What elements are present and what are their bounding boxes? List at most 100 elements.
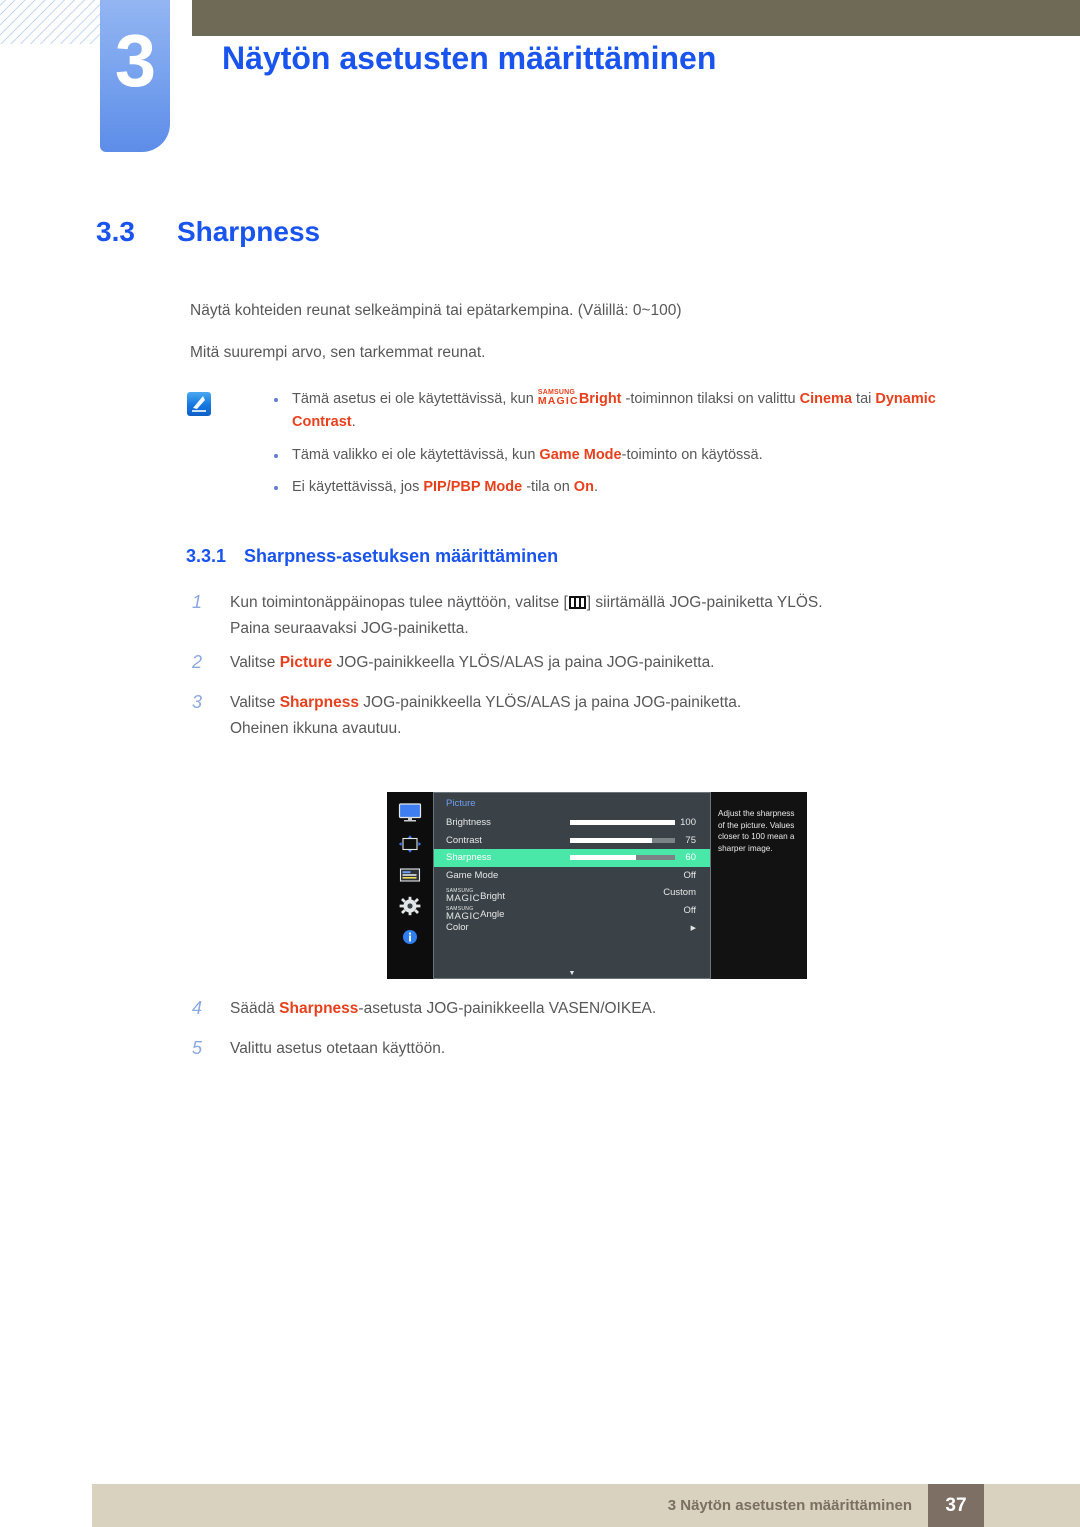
osd-list-icon[interactable] xyxy=(395,864,425,886)
page-footer: 3 Näytön asetusten määrittäminen 37 xyxy=(92,1484,1080,1527)
step-1-text-pre: Kun toimintonäppäinopas tulee näyttöön, … xyxy=(230,594,568,611)
osd-row-brightness-label: Brightness xyxy=(446,817,491,829)
note-2-kw-game-mode: Game Mode xyxy=(539,446,622,463)
screen-adjust-icon[interactable] xyxy=(395,833,425,855)
section-heading: 3.3 Sharpness xyxy=(96,216,320,248)
monitor-icon[interactable] xyxy=(395,802,425,824)
osd-row-game-mode-value: Off xyxy=(683,869,697,881)
step-3-text-pre: Valitse xyxy=(230,694,280,711)
step-3: 3 Valitse Sharpness JOG-painikkeella YLÖ… xyxy=(186,692,986,714)
subsection-number: 3.3.1 xyxy=(186,546,227,566)
step-1-text: Kun toimintonäppäinopas tulee näyttöön, … xyxy=(230,594,823,611)
osd-row-sharpness-value: 60 xyxy=(685,852,696,864)
osd-row-magicangle[interactable]: SAMSUNG MAGIC Angle Off xyxy=(434,902,710,922)
step-3-number: 3 xyxy=(192,692,203,712)
osd-row-color-label: Color xyxy=(446,922,469,934)
osd-samsung-magic-lockup-bright: SAMSUNG MAGIC xyxy=(446,889,481,905)
step-1-number: 1 xyxy=(192,592,203,612)
note-3-text-b: -tila on xyxy=(522,479,574,496)
steps-list-top: 1 Kun toimintonäppäinopas tulee näyttöön… xyxy=(186,592,986,752)
osd-row-sharpness[interactable]: Sharpness 60 xyxy=(434,849,710,867)
step-5-text: Valittu asetus otetaan käyttöön. xyxy=(230,1040,446,1057)
step-5: 5 Valittu asetus otetaan käyttöön. xyxy=(186,1038,986,1060)
step-2-text: Valitse Picture JOG-painikkeella YLÖS/AL… xyxy=(230,654,715,671)
osd-row-brightness-slider[interactable] xyxy=(570,820,675,826)
step-4-text: Säädä Sharpness-asetusta JOG-painikkeell… xyxy=(230,1000,656,1017)
osd-row-magicbright-value: Custom xyxy=(663,887,696,899)
gear-icon[interactable] xyxy=(395,895,425,917)
osd-row-contrast[interactable]: Contrast 75 xyxy=(434,832,710,850)
osd-row-brightness-value: 100 xyxy=(680,817,696,829)
note-1-magic-suffix: Bright xyxy=(578,391,622,407)
header-olive-bar xyxy=(192,0,1080,36)
note-3-text-c: . xyxy=(593,479,598,496)
note-bullet-3: Ei käytettävissä, jos PIP/PBP Mode -tila… xyxy=(270,476,986,499)
intro-paragraph-1: Näytä kohteiden reunat selkeämpinä tai e… xyxy=(190,302,682,319)
note-block: Tämä asetus ei ole käytettävissä, kun SA… xyxy=(186,388,986,509)
osd-row-sharpness-slider[interactable] xyxy=(570,855,675,861)
osd-row-game-mode-label: Game Mode xyxy=(446,869,499,881)
footer-chapter-label: 3 Näytön asetusten määrittäminen xyxy=(667,1497,912,1514)
step-2-text-post: JOG-painikkeella YLÖS/ALAS ja paina JOG-… xyxy=(332,654,715,671)
osd-menu-screenshot: Picture Brightness 100 Contrast 75 Sharp… xyxy=(387,792,807,979)
jog-menu-icon xyxy=(568,596,586,609)
osd-row-sharpness-label: Sharpness xyxy=(446,852,492,864)
section-number: 3.3 xyxy=(96,216,135,247)
step-2-number: 2 xyxy=(192,652,203,672)
step-1-subtext: Paina seuraavaksi JOG-painiketta. xyxy=(230,620,469,637)
osd-row-magicbright-label: SAMSUNG MAGIC Bright xyxy=(446,883,570,905)
subsection-title: Sharpness-asetuksen määrittäminen xyxy=(244,546,559,566)
note-bullet-list: Tämä asetus ei ole käytettävissä, kun SA… xyxy=(270,388,986,500)
chapter-number: 3 xyxy=(114,19,156,102)
note-1-text-b: -toiminnon tilaksi on valittu xyxy=(621,391,800,407)
step-3-kw-sharpness: Sharpness xyxy=(279,694,359,711)
samsung-magic-lockup: SAMSUNG MAGIC xyxy=(538,389,579,406)
step-4-text-post: -asetusta JOG-painikkeella VASEN/OIKEA. xyxy=(358,1000,657,1017)
subsection-heading: 3.3.1 Sharpness-asetuksen määrittäminen xyxy=(186,546,558,567)
note-1-kw-cinema: Cinema xyxy=(799,391,853,407)
step-2-text-pre: Valitse xyxy=(230,654,280,671)
step-5-number: 5 xyxy=(192,1038,203,1058)
osd-menu-title: Picture xyxy=(446,798,476,809)
note-2-text-b: -toiminto on käytössä. xyxy=(621,446,763,463)
osd-main-panel: Picture Brightness 100 Contrast 75 Sharp… xyxy=(433,792,711,979)
chevron-down-icon[interactable]: ▼ xyxy=(434,970,710,977)
osd-row-magicangle-value: Off xyxy=(683,904,697,916)
step-4-kw-sharpness: Sharpness xyxy=(279,1000,359,1017)
osd-row-contrast-slider[interactable] xyxy=(570,837,675,843)
step-2-kw-picture: Picture xyxy=(279,654,333,671)
step-3-text: Valitse Sharpness JOG-painikkeella YLÖS/… xyxy=(230,694,741,711)
step-3-subtext: Oheinen ikkuna avautuu. xyxy=(230,720,402,737)
note-bullet-1: Tämä asetus ei ole käytettävissä, kun SA… xyxy=(270,388,986,435)
note-1-text-a: Tämä asetus ei ole käytettävissä, kun xyxy=(292,391,538,407)
osd-magic-bottom-bright: MAGIC xyxy=(446,893,481,905)
step-1-text-post: ] siirtämällä JOG-painiketta YLÖS. xyxy=(586,594,823,611)
step-4-text-pre: Säädä xyxy=(230,1000,280,1017)
osd-row-contrast-value: 75 xyxy=(685,834,696,846)
samsung-magic-bottom: MAGIC xyxy=(537,395,579,407)
section-title: Sharpness xyxy=(176,216,321,247)
note-pen-icon xyxy=(187,392,211,416)
info-icon[interactable] xyxy=(395,926,425,948)
osd-row-contrast-label: Contrast xyxy=(446,834,482,846)
steps-list-bottom: 4 Säädä Sharpness-asetusta JOG-painikkee… xyxy=(186,998,986,1064)
step-3-text-post: JOG-painikkeella YLÖS/ALAS ja paina JOG-… xyxy=(358,694,742,711)
step-2: 2 Valitse Picture JOG-painikkeella YLÖS/… xyxy=(186,652,986,674)
intro-paragraph-2: Mitä suurempi arvo, sen tarkemmat reunat… xyxy=(190,344,486,361)
note-bullet-2: Tämä valikko ei ole käytettävissä, kun G… xyxy=(270,444,986,467)
note-1-text-c: tai xyxy=(852,391,876,407)
osd-magic-bottom-angle: MAGIC xyxy=(446,910,481,922)
chapter-badge: 3 xyxy=(100,0,170,152)
note-3-kw-on: On xyxy=(573,479,594,496)
osd-row-game-mode[interactable]: Game Mode Off xyxy=(434,867,710,885)
osd-sidebar xyxy=(387,792,433,979)
chapter-title: Näytön asetusten määrittäminen xyxy=(222,40,717,76)
step-4-number: 4 xyxy=(192,998,203,1018)
osd-samsung-magic-lockup-angle: SAMSUNG MAGIC xyxy=(446,906,481,922)
note-3-kw-pip-pbp-mode: PIP/PBP Mode xyxy=(423,479,523,496)
note-2-text-a: Tämä valikko ei ole käytettävissä, kun xyxy=(292,446,540,463)
note-1-text-d: . xyxy=(351,414,356,431)
osd-row-brightness[interactable]: Brightness 100 xyxy=(434,814,710,832)
step-4: 4 Säädä Sharpness-asetusta JOG-painikkee… xyxy=(186,998,986,1020)
osd-row-magicbright[interactable]: SAMSUNG MAGIC Bright Custom xyxy=(434,883,710,905)
